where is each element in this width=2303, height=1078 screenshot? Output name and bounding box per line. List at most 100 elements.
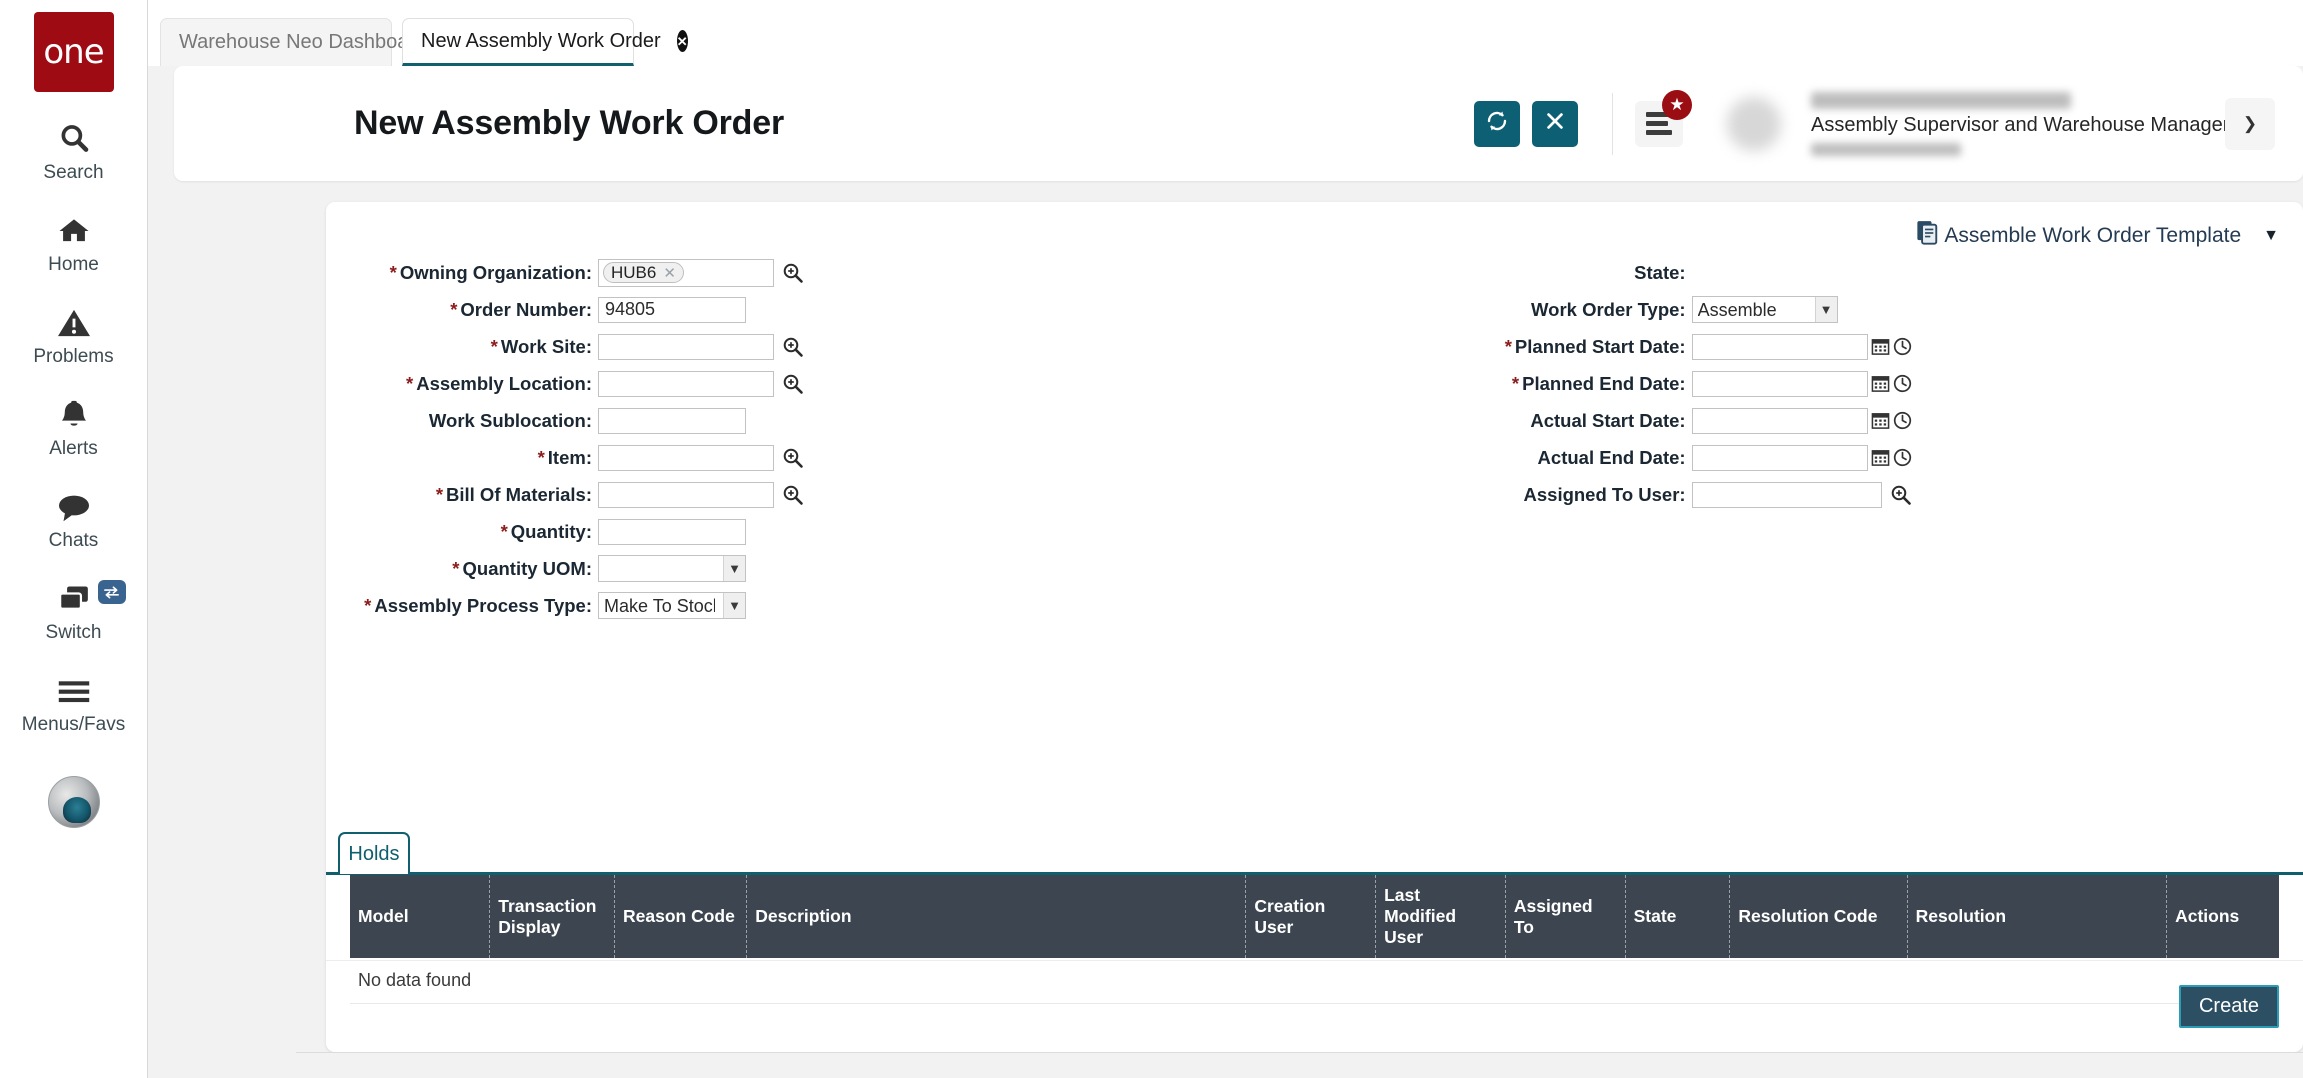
required-marker: * xyxy=(389,261,397,283)
quantity-input[interactable] xyxy=(598,518,746,545)
planned-start-date-input[interactable] xyxy=(1691,333,1868,360)
magnifier-plus-icon[interactable] xyxy=(782,373,804,395)
required-marker: * xyxy=(1511,372,1520,394)
sidebar-item-alerts[interactable]: Alerts xyxy=(0,394,148,460)
column-header-resolution[interactable]: Resolution xyxy=(1907,875,2168,958)
chevron-down-icon[interactable]: ▼ xyxy=(2263,227,2279,245)
magnifier-plus-icon[interactable] xyxy=(782,447,804,469)
tab-label: New Assembly Work Order xyxy=(421,29,661,52)
required-marker: * xyxy=(500,520,508,542)
column-header-actions[interactable]: Actions xyxy=(2166,875,2279,958)
assembly-process-type-select[interactable]: Make To Stock xyxy=(598,592,746,619)
swap-arrows-icon[interactable] xyxy=(97,580,126,604)
sidebar-item-label: Home xyxy=(48,254,99,275)
column-header-transaction-display[interactable]: Transaction Display xyxy=(489,875,615,958)
calendar-icon[interactable] xyxy=(1871,374,1890,393)
tab-new-assembly-work-order[interactable]: New Assembly Work Order ✕ xyxy=(402,18,688,66)
required-marker: * xyxy=(537,446,545,468)
assigned-to-user-input[interactable] xyxy=(1691,481,1882,508)
user-menu-chevron-down-icon[interactable]: ❯ xyxy=(2225,97,2275,150)
user-avatar-sidebar[interactable] xyxy=(47,776,100,828)
close-page-button[interactable] xyxy=(1532,100,1578,147)
magnifier-plus-icon[interactable] xyxy=(782,336,804,358)
field-actual-start-date: Actual Start Date: xyxy=(1394,407,2303,434)
work-sublocation-input[interactable] xyxy=(598,407,746,434)
sidebar-item-search[interactable]: Search xyxy=(0,118,148,184)
refresh-button[interactable] xyxy=(1474,100,1520,147)
column-header-reason-code[interactable]: Reason Code xyxy=(614,875,748,958)
favorites-menu-button[interactable]: ★ xyxy=(1635,89,1692,147)
field-assembly-process-type: * Assembly Process Type: Make To Stock ▼ xyxy=(326,592,1394,619)
order-number-input[interactable] xyxy=(598,296,746,323)
required-marker: * xyxy=(490,335,498,357)
column-header-assigned-to[interactable]: Assigned To xyxy=(1505,875,1626,958)
field-label: * Quantity: xyxy=(500,520,592,542)
work-order-type-select[interactable]: Assemble xyxy=(1691,296,1838,323)
item-input[interactable] xyxy=(598,444,774,471)
sidebar-item-menus-favs[interactable]: Menus/Favs xyxy=(0,670,148,736)
field-label: State: xyxy=(1634,261,1686,283)
sidebar-item-label: Search xyxy=(43,162,104,183)
template-selector[interactable]: Assemble Work Order Template ▼ xyxy=(1916,220,2279,251)
magnifier-plus-icon[interactable] xyxy=(782,262,804,284)
column-header-state[interactable]: State xyxy=(1625,875,1731,958)
clock-icon[interactable] xyxy=(1893,374,1912,393)
field-label: Work Sublocation: xyxy=(428,409,592,431)
required-marker: * xyxy=(452,557,460,579)
column-header-model[interactable]: Model xyxy=(350,875,491,958)
field-label: Actual Start Date: xyxy=(1530,409,1686,431)
avatar xyxy=(1727,96,1781,151)
field-label: * Assembly Location: xyxy=(406,372,592,394)
actual-start-date-input[interactable] xyxy=(1691,407,1868,434)
field-quantity: * Quantity: xyxy=(326,518,1394,545)
clock-icon[interactable] xyxy=(1893,411,1912,430)
magnifier-plus-icon[interactable] xyxy=(782,484,804,506)
column-header-resolution-code[interactable]: Resolution Code xyxy=(1729,875,1908,958)
required-marker: * xyxy=(435,483,444,505)
header-divider xyxy=(1612,92,1613,155)
calendar-icon[interactable] xyxy=(1871,411,1890,430)
page-header: New Assembly Work Order ★ Assembly Super… xyxy=(174,66,2303,181)
assembly-process-type-select-wrap: Make To Stock ▼ xyxy=(598,592,746,619)
column-header-last-modified-user[interactable]: Last Modified User xyxy=(1375,875,1506,958)
main-region: Warehouse Neo Dashboard ✕ New Assembly W… xyxy=(148,0,2303,1078)
assembly-location-input[interactable] xyxy=(598,370,774,397)
actual-end-date-input[interactable] xyxy=(1691,444,1868,471)
user-name-redacted xyxy=(1811,91,2071,109)
sidebar-item-chats[interactable]: Chats xyxy=(0,486,148,552)
chip-label: HUB6 xyxy=(611,262,657,282)
panel-footer: Create xyxy=(326,960,2303,1052)
quantity-uom-select[interactable] xyxy=(598,555,746,582)
clock-icon[interactable] xyxy=(1893,337,1912,356)
clock-icon[interactable] xyxy=(1893,448,1912,467)
warning-triangle-icon xyxy=(56,302,92,344)
user-profile[interactable]: Assembly Supervisor and Warehouse Manage… xyxy=(1727,91,2229,156)
table-head: Model Transaction Display Reason Code De… xyxy=(350,875,2279,958)
field-label: * Quantity UOM: xyxy=(452,557,592,579)
sidebar-item-switch[interactable]: Switch xyxy=(0,578,148,644)
bell-icon xyxy=(57,394,91,436)
bill-of-materials-input[interactable] xyxy=(598,481,774,508)
sidebar-item-home[interactable]: Home xyxy=(0,210,148,276)
tab-warehouse-neo-dashboard[interactable]: Warehouse Neo Dashboard ✕ xyxy=(160,18,454,66)
create-button[interactable]: Create xyxy=(2178,985,2279,1028)
close-icon[interactable]: ✕ xyxy=(676,30,688,52)
page-title: New Assembly Work Order xyxy=(354,104,784,142)
sidebar-item-label: Switch xyxy=(45,622,102,643)
calendar-icon[interactable] xyxy=(1871,448,1890,467)
owning-organization-input[interactable]: HUB6 ✕ xyxy=(598,258,774,287)
tab-holds[interactable]: Holds xyxy=(338,832,410,874)
work-site-input[interactable] xyxy=(598,333,774,360)
column-header-creation-user[interactable]: Creation User xyxy=(1245,875,1377,958)
left-sidebar: one Search Home Problems Alerts Chats Sw… xyxy=(0,0,148,1078)
field-label: * Work Site: xyxy=(490,335,592,357)
field-owning-organization: * Owning Organization: HUB6 ✕ xyxy=(326,258,1394,287)
magnifier-plus-icon[interactable] xyxy=(1890,484,1912,506)
sidebar-item-problems[interactable]: Problems xyxy=(0,302,148,368)
planned-end-date-input[interactable] xyxy=(1691,370,1868,397)
user-sub-redacted xyxy=(1811,142,1961,156)
chip-remove-icon[interactable]: ✕ xyxy=(663,264,676,282)
calendar-icon[interactable] xyxy=(1871,337,1890,356)
app-logo[interactable]: one xyxy=(33,12,114,92)
column-header-description[interactable]: Description xyxy=(746,875,1247,958)
